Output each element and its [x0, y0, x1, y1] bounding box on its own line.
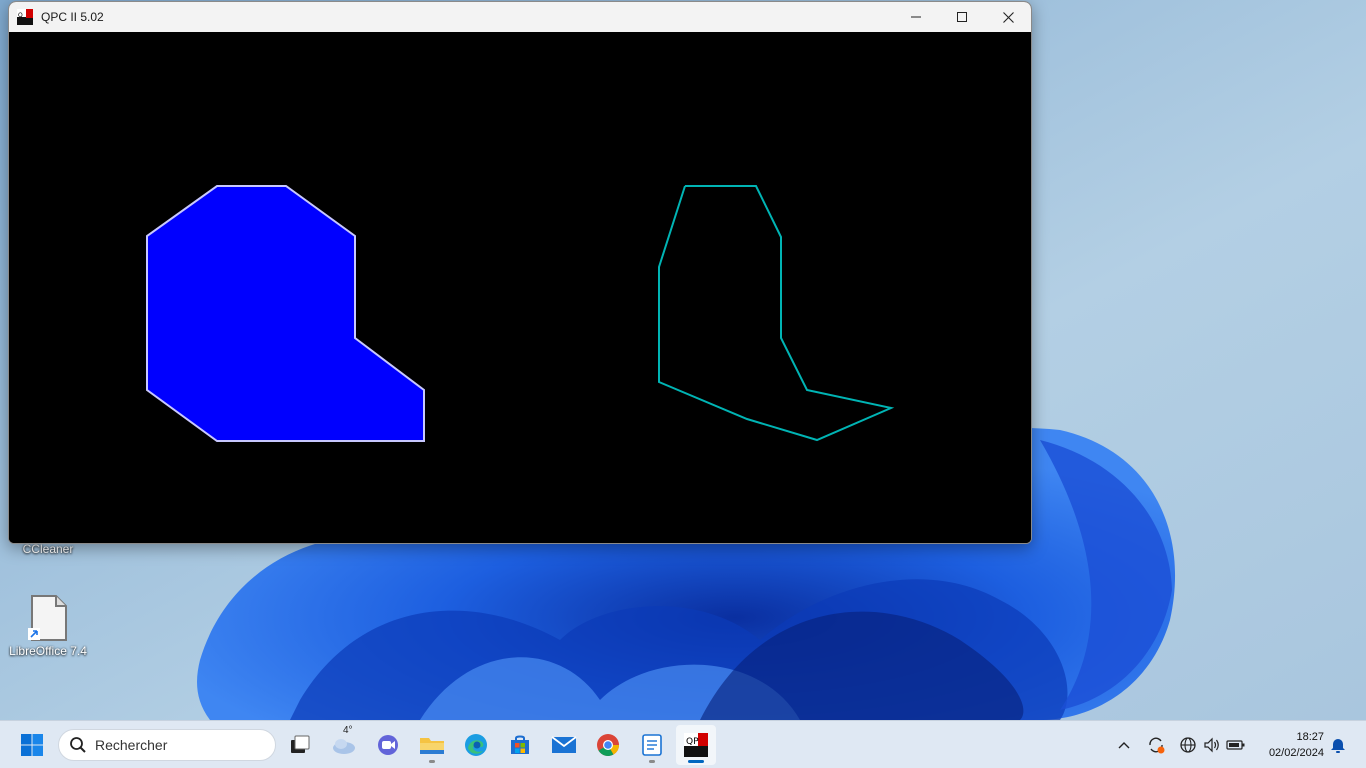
svg-text:Q: Q: [18, 12, 23, 19]
search-placeholder: Rechercher: [95, 737, 168, 753]
file-explorer-button[interactable]: [412, 725, 452, 765]
bell-icon: [1331, 739, 1345, 753]
minimize-icon: [911, 16, 921, 18]
task-view-icon: [291, 735, 310, 753]
qpc-app-icon: Q: [17, 9, 33, 25]
weather-icon: [333, 739, 355, 754]
globe-icon: [1180, 737, 1196, 753]
file-explorer-icon: [420, 738, 444, 754]
teams-chat-icon: [378, 735, 398, 755]
minimize-button[interactable]: [893, 2, 939, 32]
clock-date: 02/02/2024: [1268, 747, 1324, 759]
edge-icon: [465, 734, 487, 756]
taskbar: Rechercher 4° QP 18:27 02/02/2024: [0, 720, 1366, 768]
running-indicator: [429, 760, 435, 763]
close-icon: [1002, 11, 1014, 23]
window-titlebar[interactable]: Q QPC II 5.02: [9, 2, 1031, 32]
volume-tray-button[interactable]: [1202, 735, 1222, 755]
search-icon: [70, 737, 86, 753]
chevron-up-icon: [1118, 742, 1130, 749]
chrome-icon: [597, 734, 619, 756]
sync-tray-button[interactable]: [1146, 735, 1166, 755]
store-icon: [511, 735, 529, 754]
desktop-icon-label: CCleaner: [22, 542, 74, 556]
teams-chat-button[interactable]: [368, 725, 408, 765]
active-indicator: [688, 760, 704, 763]
chrome-button[interactable]: [588, 725, 628, 765]
taskbar-clock[interactable]: 18:27 02/02/2024: [1269, 729, 1324, 761]
qpc-window: Q QPC II 5.02: [8, 1, 1032, 544]
window-title: QPC II 5.02: [41, 10, 104, 24]
maximize-button[interactable]: [939, 2, 985, 32]
running-indicator: [649, 760, 655, 763]
libreoffice-icon: [28, 594, 68, 642]
qpc-icon: QP: [684, 733, 708, 757]
mail-button[interactable]: [544, 725, 584, 765]
battery-tray-button[interactable]: [1226, 735, 1246, 755]
start-button[interactable]: [12, 725, 52, 765]
edge-button[interactable]: [456, 725, 496, 765]
speaker-icon: [1204, 737, 1219, 753]
taskbar-search-box[interactable]: Rechercher: [58, 729, 276, 761]
svg-text:QP: QP: [686, 737, 699, 747]
task-view-button[interactable]: [280, 725, 320, 765]
sync-icon: [1149, 737, 1165, 754]
clock-time: 18:27: [1296, 731, 1324, 743]
weather-temperature: 4°: [343, 725, 353, 736]
notepad-button[interactable]: [632, 725, 672, 765]
window-controls: [893, 2, 1031, 32]
store-button[interactable]: [500, 725, 540, 765]
battery-icon: [1226, 740, 1245, 750]
desktop-icon-libreoffice[interactable]: LibreOffice 7.4: [8, 594, 88, 658]
close-button[interactable]: [985, 2, 1031, 32]
desktop-icon-label: LibreOffice 7.4: [9, 644, 87, 658]
maximize-icon: [957, 12, 967, 22]
show-hidden-icons-button[interactable]: [1114, 735, 1134, 755]
start-icon: [21, 734, 43, 756]
network-tray-button[interactable]: [1178, 735, 1198, 755]
graphics-canvas[interactable]: [9, 32, 1031, 544]
notepad-icon: [642, 734, 662, 756]
qpc-taskbar-button[interactable]: QP: [676, 725, 716, 765]
notifications-button[interactable]: [1328, 735, 1348, 755]
mail-icon: [551, 736, 577, 753]
